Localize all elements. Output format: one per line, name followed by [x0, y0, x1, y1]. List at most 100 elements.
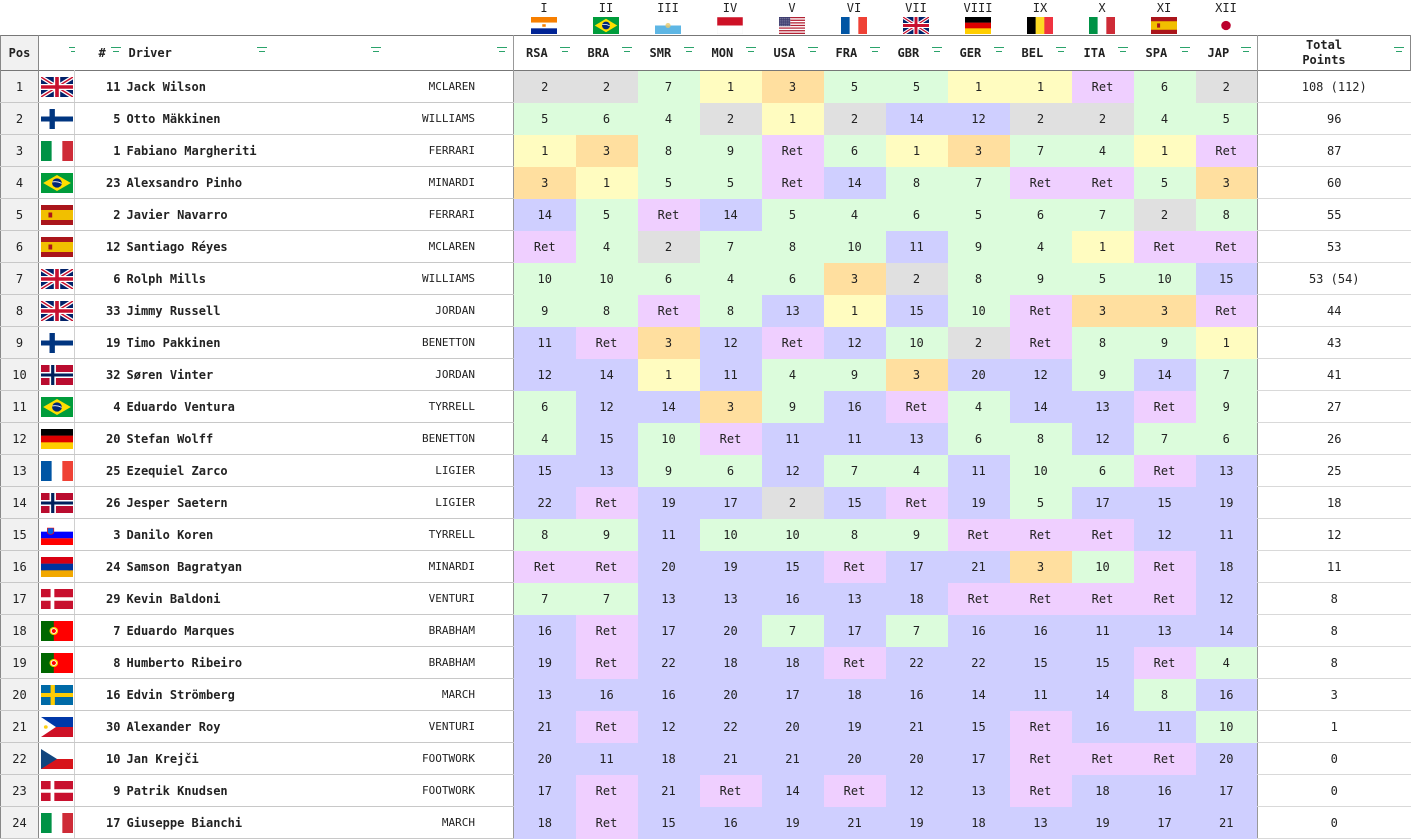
filter-icon[interactable] [621, 47, 632, 55]
team-name-cell: FERRARI [308, 198, 514, 231]
driver-name-cell: Giuseppe Bianchi [126, 806, 309, 839]
race-result-cell: 6 [1009, 198, 1072, 231]
col-header-round-bra[interactable]: BRA [575, 35, 638, 71]
table-row[interactable]: 11 4 Eduardo Ventura TYRRELL 6 12 14 3 9 16 Ret 4 14… [0, 390, 1411, 423]
table-row[interactable]: 2 5 Otto Mäkkinen WILLIAMS 5 6 4 2 1 2 14 12 2 2 4 5 96 [0, 102, 1411, 135]
position-cell: 8 [0, 294, 39, 327]
race-result-cell: 19 [1195, 486, 1258, 519]
table-row[interactable]: 14 26 Jesper Saetern LIGIER 22 Ret 19 17 2 15 Ret 1… [0, 486, 1411, 519]
table-row[interactable]: 9 19 Timo Pakkinen BENETTON 11 Ret 3 12 Ret 12 10 2… [0, 326, 1411, 359]
table-row[interactable]: 8 33 Jimmy Russell JORDAN 9 8 Ret 8 13 1 15 10 Ret 3 3… [0, 294, 1411, 327]
table-row[interactable]: 6 12 Santiago Réyes MCLAREN Ret 4 2 7 8 10 11 9 4 1 Re… [0, 230, 1411, 263]
driver-name-cell: Rolph Mills [126, 262, 309, 295]
team-name-cell: FERRARI [308, 134, 514, 167]
table-row[interactable]: 23 9 Patrik Knudsen FOOTWORK 17 Ret 21 Ret 14 Ret… [0, 774, 1411, 807]
total-points-cell: 8 [1257, 614, 1411, 647]
col-header-total-points[interactable]: Total Points [1257, 35, 1411, 71]
race-result-cell: Ret [885, 390, 948, 423]
race-result-cell: Ret [1009, 774, 1072, 807]
table-row[interactable]: 21 30 Alexander Roy VENTURI 21 Ret 12 22 20 19 21 1… [0, 710, 1411, 743]
filter-icon[interactable] [1394, 47, 1404, 55]
flag-ger-icon [965, 17, 991, 35]
table-row[interactable]: 24 17 Giuseppe Bianchi MARCH 18 Ret 15 16 19 21 19… [0, 806, 1411, 839]
filter-icon[interactable] [1055, 47, 1066, 55]
col-header-round-ger[interactable]: GER [947, 35, 1010, 71]
flag-fin-icon [40, 332, 73, 353]
table-row[interactable]: 16 24 Samson Bagratyan MINARDI Ret Ret 20 19 15 R… [0, 550, 1411, 583]
race-result-cell: 13 [1071, 390, 1134, 423]
table-row[interactable]: 4 23 Alexsandro Pinho MINARDI 3 1 5 5 Ret 14 8 7 Ret… [0, 166, 1411, 199]
filter-icon[interactable] [931, 47, 942, 55]
filter-icon[interactable] [497, 47, 507, 55]
col-header-round-usa[interactable]: USA [761, 35, 824, 71]
race-result-cell: 16 [637, 678, 700, 711]
race-result-cell: Ret [1071, 582, 1134, 615]
table-row[interactable]: 15 3 Danilo Koren TYRRELL 8 9 11 10 10 8 9 Ret Ret Re… [0, 518, 1411, 551]
col-header-round-fra[interactable]: FRA [823, 35, 886, 71]
col-header-round-jap[interactable]: JAP [1195, 35, 1258, 71]
table-row[interactable]: 22 10 Jan Krejči FOOTWORK 20 11 18 21 21 20 20 17 Re… [0, 742, 1411, 775]
race-result-cell: Ret [1195, 134, 1258, 167]
col-header-round-bel[interactable]: BEL [1009, 35, 1072, 71]
race-result-cell: 4 [947, 390, 1010, 423]
race-result-cell: 19 [513, 646, 576, 679]
filter-icon[interactable] [869, 47, 880, 55]
filter-icon[interactable] [559, 47, 570, 55]
round-abbr-label: ITA [1083, 46, 1106, 60]
position-cell: 19 [0, 646, 39, 679]
race-result-cell: Ret [1133, 390, 1196, 423]
table-row[interactable]: 3 1 Fabiano Margheriti FERRARI 1 3 8 9 Ret 6 1 3 7 4 1… [0, 134, 1411, 167]
race-result-cell: Ret [1133, 742, 1196, 775]
col-header-driver[interactable]: Driver [126, 35, 309, 71]
race-result-cell: 13 [947, 774, 1010, 807]
filter-icon[interactable] [256, 47, 267, 55]
race-result-cell: Ret [1071, 166, 1134, 199]
table-row[interactable]: 12 20 Stefan Wolff BENETTON 4 15 10 Ret 11 11 13 6 8… [0, 422, 1411, 455]
col-header-round-smr[interactable]: SMR [637, 35, 700, 71]
filter-icon[interactable] [807, 47, 818, 55]
col-header-round-mon[interactable]: MON [699, 35, 762, 71]
table-row[interactable]: 18 7 Eduardo Marques BRABHAM 16 Ret 17 20 7 17 7 16… [0, 614, 1411, 647]
filter-icon[interactable] [993, 47, 1004, 55]
table-row[interactable]: 13 25 Ezequiel Zarco LIGIER 15 13 9 6 12 7 4 11 10 6 R… [0, 454, 1411, 487]
race-result-cell: 17 [637, 614, 700, 647]
table-row[interactable]: 10 32 Søren Vinter JORDAN 12 14 1 11 4 9 3 20 12 9 14 7… [0, 358, 1411, 391]
driver-flag-cell [38, 774, 75, 807]
race-result-cell: 21 [761, 742, 824, 775]
col-header-round-ita[interactable]: ITA [1071, 35, 1134, 71]
col-header-round-gbr[interactable]: GBR [885, 35, 948, 71]
filter-icon[interactable] [371, 47, 381, 55]
filter-icon[interactable] [683, 47, 694, 55]
col-header-team[interactable] [308, 35, 514, 71]
col-header-round-spa[interactable]: SPA [1133, 35, 1196, 71]
race-result-cell: 7 [575, 582, 638, 615]
table-row[interactable]: 19 8 Humberto Ribeiro BRABHAM 19 Ret 22 18 18 Ret… [0, 646, 1411, 679]
filter-icon[interactable] [745, 47, 756, 55]
col-header-round-rsa[interactable]: RSA [513, 35, 576, 71]
total-points-cell: 11 [1257, 550, 1411, 583]
race-result-cell: 3 [1009, 550, 1072, 583]
driver-name-cell: Eduardo Marques [126, 614, 309, 647]
col-header-pos[interactable]: Pos [0, 35, 39, 71]
table-row[interactable]: 17 29 Kevin Baldoni VENTURI 7 7 13 13 16 13 18 Ret R… [0, 582, 1411, 615]
filter-icon[interactable] [1117, 47, 1128, 55]
filter-icon[interactable] [110, 47, 121, 55]
race-result-cell: 11 [1133, 710, 1196, 743]
race-result-cell: Ret [823, 550, 886, 583]
team-name-cell: BENETTON [308, 326, 514, 359]
table-row[interactable]: 7 6 Rolph Mills WILLIAMS 10 10 6 4 6 3 2 8 9 5 10 15 53 … [0, 262, 1411, 295]
col-header-number[interactable]: # [74, 35, 127, 71]
race-result-cell: Ret [575, 774, 638, 807]
filter-icon[interactable] [1179, 47, 1190, 55]
col-header-flag[interactable] [38, 35, 75, 71]
table-row[interactable]: 20 16 Edvin Strömberg MARCH 13 16 16 20 17 18 16 14… [0, 678, 1411, 711]
table-row[interactable]: 1 11 Jack Wilson MCLAREN 2 2 7 1 3 5 5 1 1 Ret 6 2 108 (… [0, 70, 1411, 103]
flag-por-icon [40, 620, 73, 641]
standings-table: Pos # Driver RSA BRA SMR MON USA FRA GBR GER BEL… [0, 35, 1411, 839]
filter-icon[interactable] [1241, 47, 1251, 55]
race-result-cell: 9 [513, 294, 576, 327]
flag-rsa-icon [531, 17, 557, 35]
driver-name-cell: Alexander Roy [126, 710, 309, 743]
table-row[interactable]: 5 2 Javier Navarro FERRARI 14 5 Ret 14 5 4 6 5 6 7 2 8 5… [0, 198, 1411, 231]
race-result-cell: 11 [699, 358, 762, 391]
